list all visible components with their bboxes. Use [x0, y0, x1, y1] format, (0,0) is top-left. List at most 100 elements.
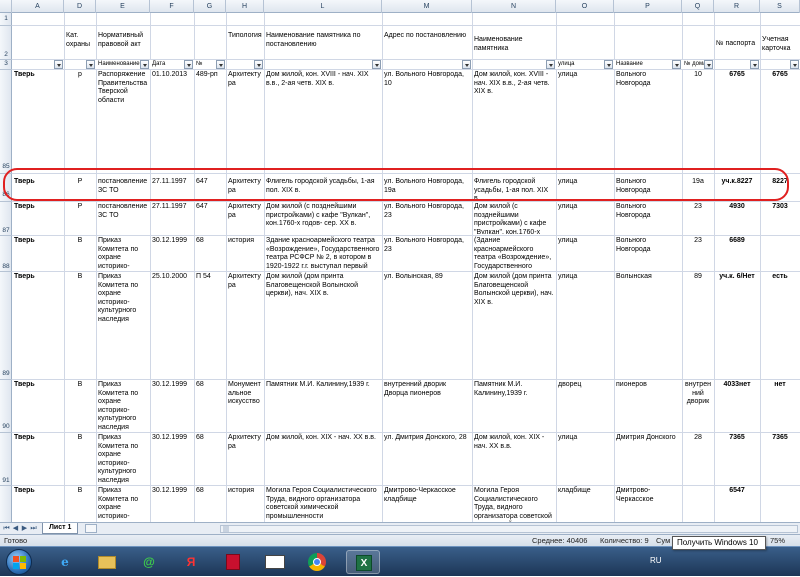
select-all-corner[interactable]	[0, 0, 12, 13]
cell-number[interactable]: 647	[194, 177, 226, 188]
cell-city[interactable]: Тверь	[12, 202, 64, 213]
cell-passport[interactable]: 6689	[714, 236, 760, 247]
cell-name[interactable]: Дом жилой, кон. XIX - нач. XX в.в.	[472, 433, 556, 452]
cell-street-name[interactable]: Вольного Новгорода	[614, 177, 682, 199]
cell-name-decree[interactable]: Могила Героя Социалистического Труда, ви…	[264, 486, 382, 522]
cell-name[interactable]: Памятник М.И. Калинину,1939 г.	[472, 380, 556, 402]
cell-passport[interactable]: 4930	[714, 202, 760, 213]
cell-name[interactable]: Могила Героя Социалистического Труда, ви…	[472, 486, 556, 522]
cell-typology[interactable]: Архитектура	[226, 272, 264, 302]
cell-card[interactable]	[760, 236, 800, 238]
horizontal-scrollbar[interactable]	[220, 525, 798, 533]
cell-card[interactable]: 7303	[760, 202, 800, 213]
cell-address[interactable]: Дмитрово-Черкасское кладбище	[382, 486, 472, 508]
cell-date[interactable]: 27.11.1997	[150, 202, 194, 213]
cell-passport[interactable]: 4033нет	[714, 380, 760, 391]
cell-date[interactable]: 30.12.1999	[150, 433, 194, 444]
cell-street-type[interactable]: улица	[556, 433, 614, 444]
column-header-a[interactable]: A	[12, 0, 64, 13]
column-header-m[interactable]: M	[382, 0, 472, 13]
row-number-91[interactable]: 91	[0, 477, 12, 484]
cell-act[interactable]: постановление ЗС ТО	[96, 177, 150, 199]
cell-category[interactable]: В	[64, 486, 96, 497]
cell-act[interactable]: Приказ Комитета по охране историко-культ…	[96, 380, 150, 431]
cell-city[interactable]: Тверь	[12, 272, 64, 283]
cell-card[interactable]: 6765	[760, 70, 800, 81]
cell-typology[interactable]: история	[226, 486, 264, 497]
column-header-g[interactable]: G	[194, 0, 226, 13]
row-number-85[interactable]: 85	[0, 163, 12, 170]
cell-city[interactable]: Тверь	[12, 486, 64, 497]
cell-house[interactable]: внутренний дворик	[682, 380, 714, 410]
column-header-r[interactable]: R	[714, 0, 760, 13]
column-header-d[interactable]: D	[64, 0, 96, 13]
row-number-86[interactable]: 86	[0, 191, 12, 198]
cell-name[interactable]: Дом жилой, кон. XVIII - нач. XIX в.в., 2…	[472, 70, 556, 100]
cell-name[interactable]: Флигель городской усадьбы, 1-ая пол. XIX…	[472, 177, 556, 199]
cell-card[interactable]: 8227	[760, 177, 800, 188]
cell-address[interactable]: внутренний дворик Дворца пионеров	[382, 380, 472, 402]
chrome-icon[interactable]	[300, 550, 334, 574]
column-header-f[interactable]: F	[150, 0, 194, 13]
cell-category[interactable]: р	[64, 70, 96, 81]
cell-date[interactable]: 01.10.2013	[150, 70, 194, 81]
cell-city[interactable]: Тверь	[12, 70, 64, 81]
language-indicator[interactable]: RU	[650, 556, 662, 565]
spreadsheet-grid[interactable]: Кат. охраны Нормативный правовой акт Тип…	[12, 13, 800, 522]
cell-street-name[interactable]: Волынская	[614, 272, 682, 283]
cell-street-type[interactable]: кладбище	[556, 486, 614, 497]
cell-number[interactable]: 68	[194, 433, 226, 444]
cell-name[interactable]: Дом жилой (дом принта Благовещенской Вол…	[472, 272, 556, 312]
cell-house[interactable]: 10	[682, 70, 714, 81]
filter-button-h[interactable]	[254, 60, 263, 69]
cell-number[interactable]: П 54	[194, 272, 226, 283]
cell-address[interactable]: ул. Вольного Новгорода, 19а	[382, 177, 472, 199]
cell-act[interactable]: Распоряжение Правительства Тверской обла…	[96, 70, 150, 170]
cell-street-name[interactable]: Вольного Новгорода	[614, 202, 682, 234]
cell-typology[interactable]: Архитектура	[226, 70, 264, 100]
cell-category[interactable]: В	[64, 272, 96, 283]
cell-category[interactable]: В	[64, 380, 96, 391]
cell-act[interactable]: постановление ЗС ТО	[96, 202, 150, 234]
filter-button-e[interactable]	[140, 60, 149, 69]
cell-name-decree[interactable]: Дом жилой (с позднейшими пристройками) с…	[264, 202, 382, 234]
cell-address[interactable]: ул. Вольного Новгорода, 23	[382, 202, 472, 234]
column-header-l[interactable]: L	[264, 0, 382, 13]
cell-typology[interactable]: Монументальное искусство	[226, 380, 264, 410]
filter-button-l[interactable]	[372, 60, 381, 69]
cell-act[interactable]: Приказ Комитета по охране историко-культ…	[96, 272, 150, 377]
cell-city[interactable]: Тверь	[12, 236, 64, 247]
excel-icon[interactable]: X	[346, 550, 380, 574]
cell-passport[interactable]: уч.к.8227	[714, 177, 760, 188]
cell-street-type[interactable]: улица	[556, 236, 614, 247]
cell-name-decree[interactable]: Памятник М.И. Калинину,1939 г.	[264, 380, 382, 391]
cell-street-type[interactable]: улица	[556, 177, 614, 188]
filter-button-d[interactable]	[86, 60, 95, 69]
cell-house[interactable]: 23	[682, 202, 714, 213]
row-number-87[interactable]: 87	[0, 227, 12, 234]
cell-typology[interactable]: Архитектура	[226, 202, 264, 234]
filter-button-m[interactable]	[462, 60, 471, 69]
cell-category[interactable]: Р	[64, 177, 96, 188]
cell-name-decree[interactable]: Флигель городской усадьбы, 1-ая пол. XIX…	[264, 177, 382, 199]
cell-address[interactable]: ул. Вольного Новгорода, 23	[382, 236, 472, 270]
column-header-s[interactable]: S	[760, 0, 800, 13]
column-header-q[interactable]: Q	[682, 0, 714, 13]
yandex-browser-icon[interactable]: Я	[174, 550, 208, 574]
sheet-tab-list1[interactable]: Лист 1	[42, 523, 79, 534]
filter-button-q[interactable]	[704, 60, 713, 69]
first-sheet-icon[interactable]: ⏮	[2, 524, 11, 533]
cell-street-name[interactable]: Вольного Новгорода	[614, 236, 682, 270]
cell-category[interactable]: В	[64, 433, 96, 444]
pdf-reader-icon[interactable]	[216, 550, 250, 574]
cell-street-type[interactable]: улица	[556, 202, 614, 213]
column-header-p[interactable]: P	[614, 0, 682, 13]
cell-street-name[interactable]: Дмитрия Донского	[614, 433, 682, 444]
cell-act[interactable]: Приказ Комитета по охране историко-культ…	[96, 433, 150, 484]
cell-date[interactable]: 30.12.1999	[150, 486, 194, 497]
cell-number[interactable]: 68	[194, 236, 226, 247]
cell-city[interactable]: Тверь	[12, 433, 64, 444]
filter-button-n[interactable]	[546, 60, 555, 69]
cell-card[interactable]: есть	[760, 272, 800, 283]
cell-house[interactable]: 28	[682, 433, 714, 444]
